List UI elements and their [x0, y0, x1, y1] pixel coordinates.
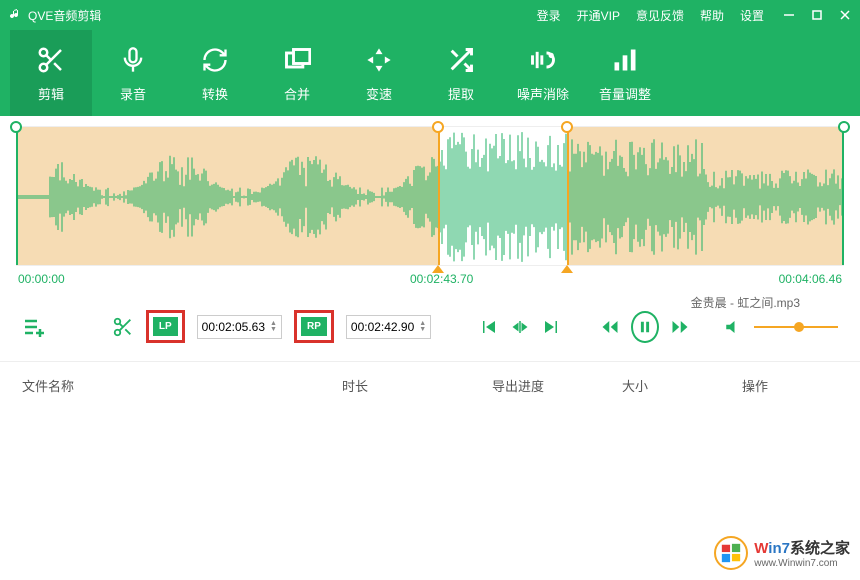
app-name-label: QVE音频剪辑 [28, 7, 101, 24]
current-filename: 金贵晨 - 虹之间.mp3 [691, 294, 800, 311]
minimize-button[interactable] [784, 10, 794, 20]
menu-settings[interactable]: 设置 [740, 7, 764, 24]
skip-end-button[interactable] [542, 318, 560, 336]
col-filename: 文件名称 [22, 376, 342, 395]
tool-merge[interactable]: 合并 [256, 30, 338, 116]
bars-icon [609, 44, 641, 76]
trim-in-button[interactable] [510, 318, 530, 336]
lp-time-value: 00:02:05.63 [202, 320, 265, 334]
merge-icon [281, 44, 313, 76]
file-table-header: 文件名称 时长 导出进度 大小 操作 [0, 361, 860, 409]
volume-slider[interactable] [754, 326, 838, 328]
waveform-area: 00:00:00 00:02:43.70 00:04:06.46 [0, 116, 860, 296]
titlebar-menu: 登录 开通VIP 意见反馈 帮助 设置 [537, 7, 764, 24]
time-mid: 00:02:43.70 [410, 272, 473, 286]
col-duration: 时长 [342, 376, 492, 395]
play-pause-button[interactable] [631, 311, 658, 343]
lp-spinner[interactable]: ▲▼ [270, 321, 277, 333]
close-button[interactable] [840, 10, 850, 20]
watermark-text2: www.Winwin7.com [754, 558, 850, 569]
rp-spinner[interactable]: ▲▼ [419, 321, 426, 333]
tool-extract[interactable]: 提取 [420, 30, 502, 116]
tool-cut[interactable]: 剪辑 [10, 30, 92, 116]
tool-denoise-label: 噪声消除 [517, 84, 569, 103]
volume-icon[interactable] [724, 318, 742, 336]
tool-merge-label: 合并 [284, 84, 310, 103]
tool-extract-label: 提取 [448, 84, 474, 103]
convert-icon [199, 44, 231, 76]
col-action: 操作 [742, 376, 838, 395]
mic-icon [117, 44, 149, 76]
lp-marker-box: LP [146, 310, 185, 343]
main-toolbar: 剪辑 录音 转换 合并 变速 提取 噪声消除 音量调整 [0, 30, 860, 116]
skip-start-button[interactable] [480, 318, 498, 336]
waveform-svg [16, 127, 844, 267]
rp-marker-box: RP [294, 310, 334, 343]
lp-time-input[interactable]: 00:02:05.63 ▲▼ [197, 315, 282, 339]
tool-speed-label: 变速 [366, 84, 392, 103]
speed-icon [363, 44, 395, 76]
watermark: Win7Win7系统之家系统之家 www.Winwin7.com [714, 536, 850, 570]
rewind-button[interactable] [601, 318, 619, 336]
menu-feedback[interactable]: 意见反馈 [636, 7, 684, 24]
menu-vip[interactable]: 开通VIP [577, 7, 620, 24]
shuffle-icon [445, 44, 477, 76]
tool-record[interactable]: 录音 [92, 30, 174, 116]
add-list-button[interactable] [22, 315, 46, 339]
titlebar: QVE音频剪辑 登录 开通VIP 意见反馈 帮助 设置 [0, 0, 860, 30]
scissors-icon [35, 44, 67, 76]
menu-login[interactable]: 登录 [537, 7, 561, 24]
app-title: QVE音频剪辑 [10, 7, 101, 24]
tool-record-label: 录音 [120, 84, 146, 103]
timecodes: 00:00:00 00:02:43.70 00:04:06.46 [16, 266, 844, 292]
tool-speed[interactable]: 变速 [338, 30, 420, 116]
tool-convert-label: 转换 [202, 84, 228, 103]
controls-row: 金贵晨 - 虹之间.mp3 LP 00:02:05.63 ▲▼ RP 00:02… [0, 296, 860, 361]
tool-convert[interactable]: 转换 [174, 30, 256, 116]
rp-badge[interactable]: RP [301, 317, 327, 336]
lp-badge[interactable]: LP [153, 317, 178, 336]
cut-button[interactable] [112, 316, 134, 338]
time-start: 00:00:00 [18, 272, 65, 286]
rp-time-value: 00:02:42.90 [351, 320, 414, 334]
rp-time-input[interactable]: 00:02:42.90 ▲▼ [346, 315, 431, 339]
col-size: 大小 [622, 376, 742, 395]
maximize-button[interactable] [812, 10, 822, 20]
time-end: 00:04:06.46 [779, 272, 842, 286]
col-progress: 导出进度 [492, 376, 622, 395]
denoise-icon [527, 44, 559, 76]
menu-help[interactable]: 帮助 [700, 7, 724, 24]
music-note-icon [10, 8, 22, 23]
watermark-logo-icon [714, 536, 748, 570]
tool-volume-label: 音量调整 [599, 84, 651, 103]
waveform[interactable] [16, 126, 844, 266]
tool-cut-label: 剪辑 [38, 84, 64, 103]
forward-button[interactable] [671, 318, 689, 336]
tool-volume[interactable]: 音量调整 [584, 30, 666, 116]
tool-denoise[interactable]: 噪声消除 [502, 30, 584, 116]
